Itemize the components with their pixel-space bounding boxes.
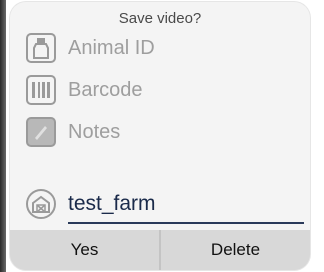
farm-field[interactable]: test_farm — [26, 186, 156, 222]
dialog-buttons: Yes Delete — [10, 230, 310, 270]
barcode-field[interactable]: Barcode — [26, 72, 143, 108]
delete-button[interactable]: Delete — [161, 230, 310, 270]
notes-icon — [26, 117, 56, 147]
barn-icon — [26, 189, 56, 219]
yes-button[interactable]: Yes — [10, 230, 161, 270]
screen: Save video? Animal ID Barcode Notes test… — [0, 0, 324, 272]
animal-id-field[interactable]: Animal ID — [26, 30, 155, 66]
barcode-icon — [26, 75, 56, 105]
farm-value: test_farm — [68, 192, 156, 215]
device-bezel — [0, 0, 6, 272]
dialog-title: Save video? — [118, 10, 202, 27]
notes-placeholder: Notes — [68, 120, 121, 143]
barcode-placeholder: Barcode — [68, 78, 143, 101]
notes-field[interactable]: Notes — [26, 114, 120, 150]
bottle-icon — [26, 33, 56, 63]
save-video-dialog: Save video? Animal ID Barcode Notes test… — [10, 2, 310, 270]
animal-id-placeholder: Animal ID — [68, 36, 155, 59]
farm-underline — [68, 222, 304, 224]
